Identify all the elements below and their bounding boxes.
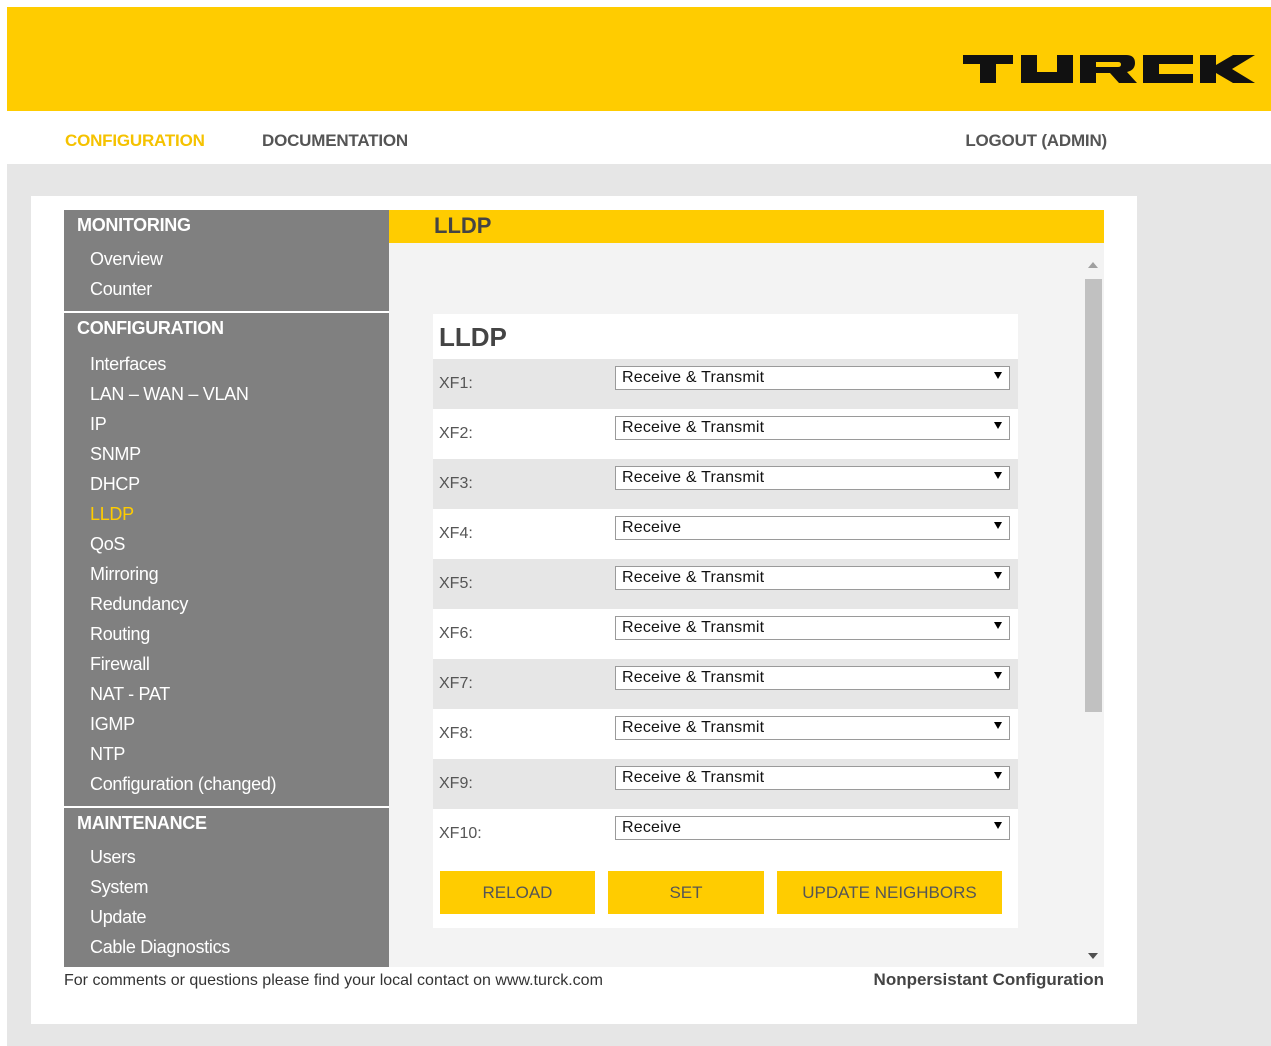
port-label: XF6: <box>439 625 473 642</box>
select-value: Receive <box>622 819 682 836</box>
dropdown-arrow-icon <box>994 372 1002 379</box>
dropdown-arrow-icon <box>994 472 1002 479</box>
port-row-xf5: XF5: Receive & Transmit <box>433 559 1018 609</box>
port-row-xf8: XF8: Receive & Transmit <box>433 709 1018 759</box>
lldp-mode-select-xf5[interactable]: Receive & Transmit <box>615 566 1010 590</box>
sidebar-item-configuration-changed[interactable]: Configuration (changed) <box>64 769 389 799</box>
lldp-mode-select-xf3[interactable]: Receive & Transmit <box>615 466 1010 490</box>
port-row-xf4: XF4: Receive <box>433 509 1018 559</box>
select-value: Receive <box>622 519 682 536</box>
select-value: Receive & Transmit <box>622 419 765 436</box>
sidebar-item-cable-diagnostics[interactable]: Cable Diagnostics <box>64 932 389 962</box>
sidebar-item-mirroring[interactable]: Mirroring <box>64 559 389 589</box>
port-label: XF4: <box>439 525 473 542</box>
dropdown-arrow-icon <box>994 722 1002 729</box>
reload-button[interactable]: RELOAD <box>440 871 595 914</box>
port-row-xf3: XF3: Receive & Transmit <box>433 459 1018 509</box>
lldp-mode-select-xf8[interactable]: Receive & Transmit <box>615 716 1010 740</box>
footer-contact-text: For comments or questions please find yo… <box>64 972 603 989</box>
header-bar <box>7 7 1271 111</box>
select-value: Receive & Transmit <box>622 469 765 486</box>
sidebar-item-interfaces[interactable]: Interfaces <box>64 349 389 379</box>
top-nav: CONFIGURATION DOCUMENTATION LOGOUT (ADMI… <box>7 111 1271 164</box>
nav-configuration[interactable]: CONFIGURATION <box>65 131 205 151</box>
sidebar-item-snmp[interactable]: SNMP <box>64 439 389 469</box>
sidebar: MONITORING Overview Counter CONFIGURATIO… <box>64 210 389 967</box>
port-label: XF3: <box>439 475 473 492</box>
sidebar-item-update[interactable]: Update <box>64 902 389 932</box>
dropdown-arrow-icon <box>994 672 1002 679</box>
sidebar-item-routing[interactable]: Routing <box>64 619 389 649</box>
select-value: Receive & Transmit <box>622 569 765 586</box>
sidebar-item-system[interactable]: System <box>64 872 389 902</box>
sidebar-item-lldp[interactable]: LLDP <box>64 499 389 529</box>
sidebar-item-firewall[interactable]: Firewall <box>64 649 389 679</box>
form-title: LLDP <box>439 322 507 352</box>
dropdown-arrow-icon <box>994 622 1002 629</box>
port-label: XF10: <box>439 825 482 842</box>
select-value: Receive & Transmit <box>622 719 765 736</box>
lldp-mode-select-xf10[interactable]: Receive <box>615 816 1010 840</box>
sidebar-item-ip[interactable]: IP <box>64 409 389 439</box>
turck-logo <box>963 55 1255 83</box>
sidebar-item-ntp[interactable]: NTP <box>64 739 389 769</box>
sidebar-section-configuration: CONFIGURATION Interfaces LAN – WAN – VLA… <box>64 311 389 799</box>
sidebar-item-qos[interactable]: QoS <box>64 529 389 559</box>
sidebar-heading-configuration: CONFIGURATION <box>77 318 224 338</box>
update-neighbors-button[interactable]: UPDATE NEIGHBORS <box>777 871 1002 914</box>
scroll-down-arrow-icon[interactable] <box>1088 953 1098 959</box>
scrollbar-thumb[interactable] <box>1085 279 1102 712</box>
port-label: XF2: <box>439 425 473 442</box>
port-label: XF9: <box>439 775 473 792</box>
lldp-mode-select-xf7[interactable]: Receive & Transmit <box>615 666 1010 690</box>
dropdown-arrow-icon <box>994 422 1002 429</box>
page-title: LLDP <box>434 213 492 238</box>
port-label: XF5: <box>439 575 473 592</box>
port-row-xf10: XF10: Receive <box>433 809 1018 859</box>
select-value: Receive & Transmit <box>622 369 765 386</box>
set-button[interactable]: SET <box>608 871 764 914</box>
sidebar-heading-monitoring: MONITORING <box>77 215 191 235</box>
lldp-mode-select-xf6[interactable]: Receive & Transmit <box>615 616 1010 640</box>
sidebar-item-redundancy[interactable]: Redundancy <box>64 589 389 619</box>
dropdown-arrow-icon <box>994 572 1002 579</box>
scroll-up-arrow-icon[interactable] <box>1088 262 1098 268</box>
port-row-xf1: XF1: Receive & Transmit <box>433 359 1018 409</box>
port-label: XF8: <box>439 725 473 742</box>
select-value: Receive & Transmit <box>622 669 765 686</box>
sidebar-section-maintenance: MAINTENANCE Users System Update Cable Di… <box>64 806 389 962</box>
dropdown-arrow-icon <box>994 772 1002 779</box>
sidebar-item-igmp[interactable]: IGMP <box>64 709 389 739</box>
content-header: LLDP <box>389 210 1104 243</box>
port-row-xf6: XF6: Receive & Transmit <box>433 609 1018 659</box>
port-label: XF1: <box>439 375 473 392</box>
port-row-xf7: XF7: Receive & Transmit <box>433 659 1018 709</box>
sidebar-section-monitoring: MONITORING Overview Counter <box>64 210 389 304</box>
port-row-xf2: XF2: Receive & Transmit <box>433 409 1018 459</box>
dropdown-arrow-icon <box>994 822 1002 829</box>
nav-documentation[interactable]: DOCUMENTATION <box>262 131 408 151</box>
lldp-mode-select-xf2[interactable]: Receive & Transmit <box>615 416 1010 440</box>
port-row-xf9: XF9: Receive & Transmit <box>433 759 1018 809</box>
persistence-status: Nonpersistant Configuration <box>873 970 1104 989</box>
sidebar-item-lan-wan-vlan[interactable]: LAN – WAN – VLAN <box>64 379 389 409</box>
sidebar-heading-maintenance: MAINTENANCE <box>77 813 207 833</box>
sidebar-item-users[interactable]: Users <box>64 842 389 872</box>
lldp-mode-select-xf1[interactable]: Receive & Transmit <box>615 366 1010 390</box>
sidebar-item-dhcp[interactable]: DHCP <box>64 469 389 499</box>
logout-link[interactable]: LOGOUT (ADMIN) <box>965 131 1107 151</box>
sidebar-item-overview[interactable]: Overview <box>64 244 389 274</box>
select-value: Receive & Transmit <box>622 769 765 786</box>
sidebar-item-nat-pat[interactable]: NAT - PAT <box>64 679 389 709</box>
lldp-mode-select-xf9[interactable]: Receive & Transmit <box>615 766 1010 790</box>
select-value: Receive & Transmit <box>622 619 765 636</box>
port-label: XF7: <box>439 675 473 692</box>
lldp-mode-select-xf4[interactable]: Receive <box>615 516 1010 540</box>
sidebar-item-counter[interactable]: Counter <box>64 274 389 304</box>
dropdown-arrow-icon <box>994 522 1002 529</box>
